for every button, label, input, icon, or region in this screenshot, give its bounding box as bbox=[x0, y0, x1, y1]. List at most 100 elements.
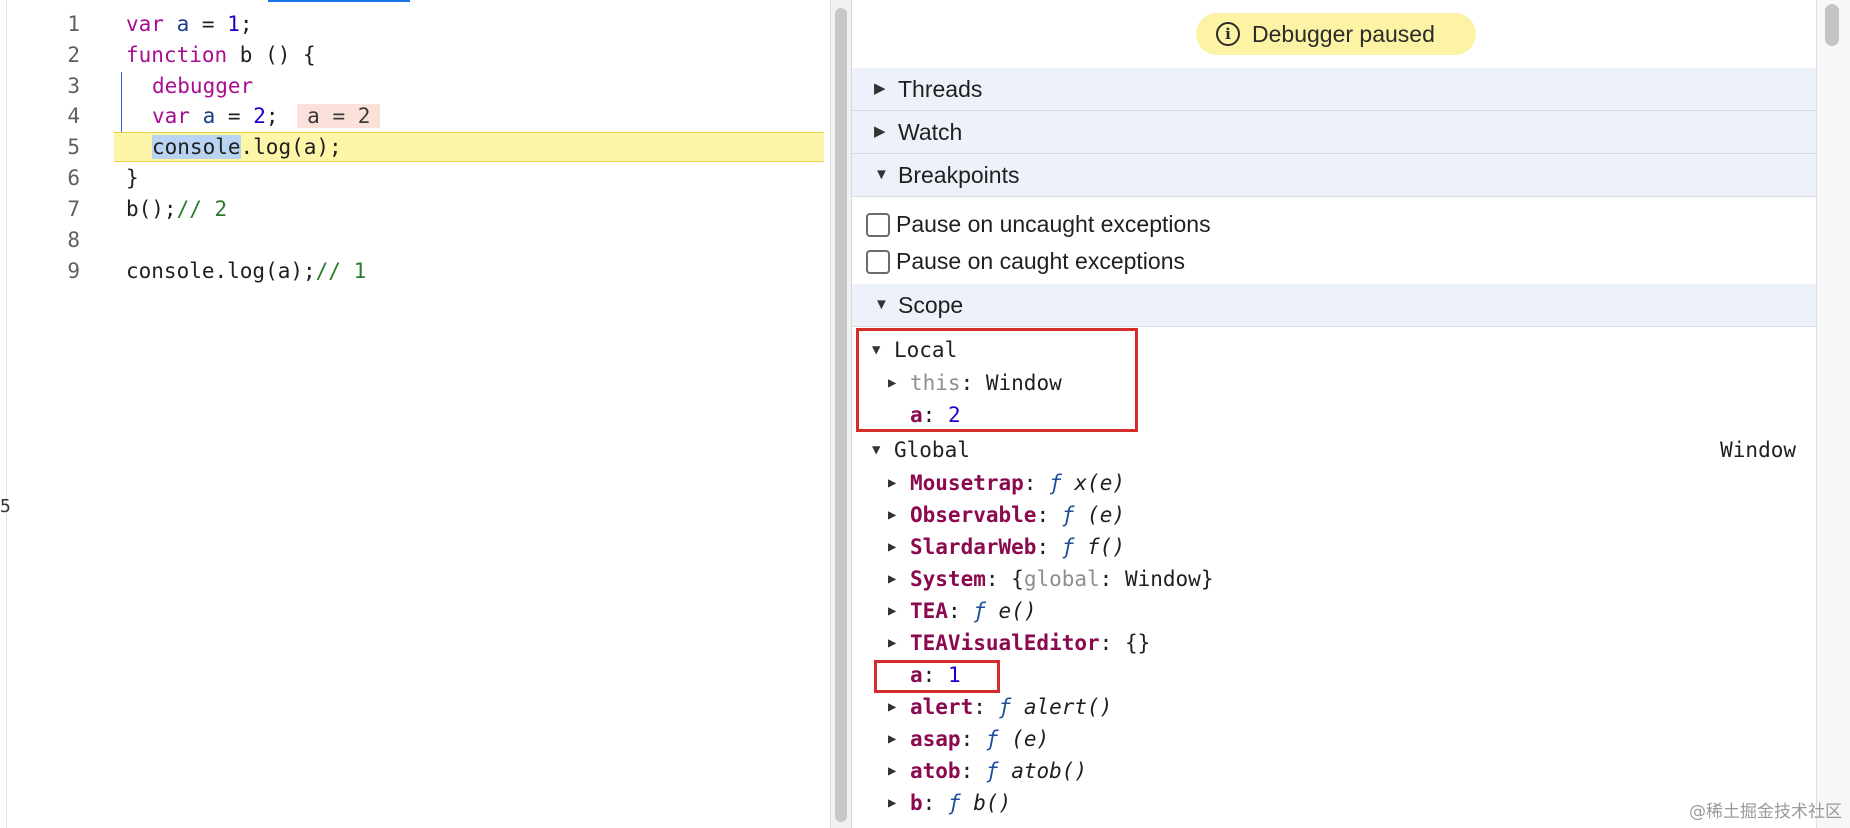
global-item-mousetrap[interactable]: ▶ Mousetrap: ƒ x(e) bbox=[888, 468, 1125, 498]
global-item-asap[interactable]: ▶ asap: ƒ (e) bbox=[888, 724, 1049, 754]
code-line-8[interactable]: 8 bbox=[0, 225, 830, 255]
global-item-teavisualeditor[interactable]: ▶ TEAVisualEditor: {} bbox=[888, 628, 1150, 658]
global-item-alert[interactable]: ▶ alert: ƒ alert() bbox=[888, 692, 1112, 722]
section-label: Threads bbox=[898, 76, 983, 102]
function-icon: ƒ bbox=[947, 791, 961, 815]
global-item-slardarweb[interactable]: ▶ SlardarWeb: ƒ f() bbox=[888, 532, 1125, 562]
code-line-1[interactable]: 1 var a = 1; bbox=[0, 9, 830, 39]
pane-splitter[interactable] bbox=[830, 0, 852, 828]
global-scope-type: Window bbox=[1720, 438, 1796, 462]
property-key: b bbox=[910, 791, 923, 815]
code-line-7[interactable]: 7 b();// 2 bbox=[0, 194, 830, 224]
gutter-fragment: 5 bbox=[0, 496, 11, 517]
property-key: TEAVisualEditor bbox=[910, 631, 1100, 655]
line-number[interactable]: 8 bbox=[40, 225, 80, 255]
property-key: Mousetrap bbox=[910, 471, 1024, 495]
debugger-paused-banner: i Debugger paused bbox=[1196, 13, 1476, 55]
line-number[interactable]: 6 bbox=[40, 163, 80, 193]
separator: : bbox=[947, 599, 974, 623]
global-item-observable[interactable]: ▶ Observable: ƒ (e) bbox=[888, 500, 1125, 530]
global-item-b[interactable]: ▶ b: ƒ b() bbox=[888, 788, 1011, 818]
chevron-right-icon: ▶ bbox=[888, 539, 897, 555]
pause-caught-checkbox[interactable] bbox=[866, 250, 890, 274]
keyword: debugger bbox=[152, 74, 254, 98]
watermark: @稀土掘金技术社区 bbox=[1689, 802, 1842, 822]
checkbox-label: Pause on uncaught exceptions bbox=[896, 211, 1211, 237]
inline-value-preview: a = 2 bbox=[297, 104, 381, 128]
chevron-right-icon: ▶ bbox=[888, 603, 897, 619]
function-icon: ƒ bbox=[1061, 535, 1075, 559]
chevron-right-icon: ▶ bbox=[888, 699, 897, 715]
function-signature: (e) bbox=[1087, 503, 1125, 527]
breakpoints-section-header[interactable]: ▼ Breakpoints bbox=[852, 154, 1816, 197]
sidebar-scrollbar[interactable] bbox=[1816, 0, 1850, 828]
separator: : bbox=[985, 567, 1012, 591]
punctuation: ; bbox=[239, 12, 253, 36]
pause-uncaught-checkbox[interactable] bbox=[866, 213, 890, 237]
property-value: {} bbox=[1124, 631, 1151, 655]
function-icon: ƒ bbox=[1049, 471, 1062, 495]
keyword: var bbox=[152, 104, 190, 128]
global-item-atob[interactable]: ▶ atob: ƒ atob() bbox=[888, 756, 1087, 786]
line-number[interactable]: 7 bbox=[40, 194, 80, 224]
property-key: Observable bbox=[910, 503, 1037, 527]
watch-section-header[interactable]: ▶ Watch bbox=[852, 111, 1816, 154]
chevron-right-icon: ▶ bbox=[874, 123, 886, 140]
function-signature: x(e) bbox=[1074, 471, 1125, 495]
function-signature: b() bbox=[973, 791, 1012, 815]
chevron-down-icon: ▼ bbox=[874, 296, 889, 313]
property-key: System bbox=[910, 567, 986, 591]
function-signature: atob() bbox=[1011, 759, 1088, 783]
line-number[interactable]: 4 bbox=[40, 101, 80, 131]
function-signature: alert() bbox=[1023, 695, 1113, 719]
property-key: alert bbox=[910, 695, 974, 719]
object-key: global bbox=[1023, 567, 1100, 591]
code-line-2[interactable]: 2 function b () { bbox=[0, 40, 830, 70]
function-signature: (e) bbox=[1011, 727, 1050, 751]
code-line-6[interactable]: 6 } bbox=[0, 163, 830, 193]
function-signature: f() bbox=[1087, 535, 1125, 559]
object-brace: { bbox=[1011, 567, 1024, 591]
property-key: TEA bbox=[910, 599, 948, 623]
code-line-4[interactable]: 4 var a = 2; a = 2 bbox=[0, 101, 830, 131]
code-line-3[interactable]: 3 debugger bbox=[0, 71, 830, 101]
comment: // 1 bbox=[315, 259, 367, 283]
number-literal: 2 bbox=[253, 104, 266, 128]
line-number[interactable]: 3 bbox=[40, 71, 80, 101]
line-number[interactable]: 5 bbox=[40, 132, 80, 162]
function-icon: ƒ bbox=[1061, 503, 1075, 527]
separator: : bbox=[973, 695, 999, 719]
line-number[interactable]: 2 bbox=[40, 40, 80, 70]
chevron-down-icon: ▼ bbox=[874, 166, 889, 183]
info-icon: i bbox=[1216, 22, 1240, 46]
chevron-right-icon: ▶ bbox=[888, 507, 897, 523]
code-line-5[interactable]: 5 console.log(a); bbox=[0, 132, 830, 162]
line-number[interactable]: 9 bbox=[40, 256, 80, 286]
section-label: Scope bbox=[898, 292, 964, 318]
source-editor[interactable]: 1 var a = 1; 2 function b () { 3 debugge… bbox=[0, 0, 830, 828]
scope-global-header[interactable]: ▼ Global bbox=[872, 435, 970, 465]
function-icon: ƒ bbox=[998, 695, 1012, 719]
code-text: b () { bbox=[227, 43, 316, 67]
separator: : bbox=[960, 759, 986, 783]
chevron-right-icon: ▶ bbox=[888, 763, 897, 779]
debugger-sidebar: i Debugger paused ▶ Threads ▶ Watch ▼ Br… bbox=[852, 0, 1816, 828]
identifier: a bbox=[202, 104, 216, 128]
global-item-system[interactable]: ▶ System: {global: Window} bbox=[888, 564, 1213, 594]
line-number[interactable]: 1 bbox=[40, 9, 80, 39]
chevron-right-icon: ▶ bbox=[888, 795, 897, 811]
chevron-right-icon: ▶ bbox=[888, 571, 897, 587]
section-label: Watch bbox=[898, 119, 963, 145]
global-item-tea[interactable]: ▶ TEA: ƒ e() bbox=[888, 596, 1036, 626]
function-signature: e() bbox=[998, 599, 1037, 623]
sidebar-scrollbar-thumb[interactable] bbox=[1825, 4, 1839, 46]
code-text: .log(a); bbox=[240, 135, 342, 159]
paused-label: Debugger paused bbox=[1252, 21, 1435, 47]
code-line-9[interactable]: 9 console.log(a);// 1 bbox=[0, 256, 830, 286]
threads-section-header[interactable]: ▶ Threads bbox=[852, 68, 1816, 111]
scope-section-header[interactable]: ▼ Scope bbox=[852, 284, 1816, 327]
editor-scrollbar-thumb[interactable] bbox=[835, 8, 847, 822]
selected-token[interactable]: console bbox=[152, 135, 241, 159]
separator: : bbox=[1099, 631, 1125, 655]
keyword: var bbox=[126, 12, 164, 36]
